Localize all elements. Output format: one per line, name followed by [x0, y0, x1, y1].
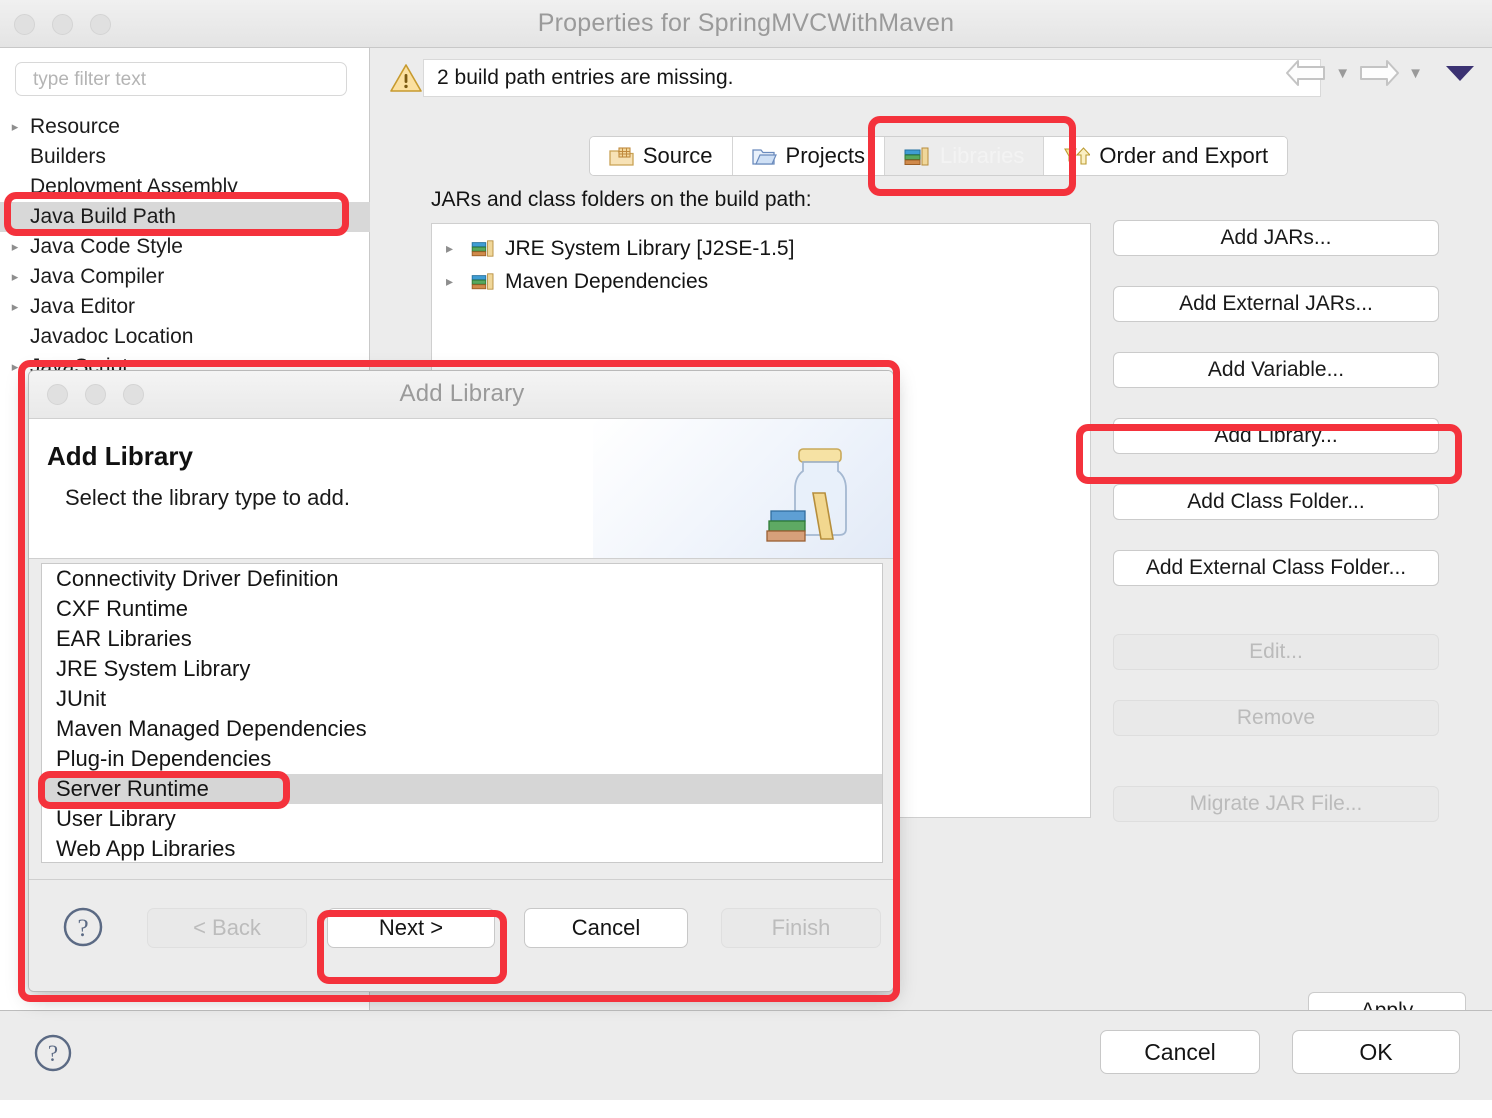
add-external-jars-button[interactable]: Add External JARs... [1113, 286, 1439, 322]
sidebar-item-label: Resource [30, 115, 120, 139]
dialog-footer-bar: ? Cancel OK [0, 1010, 1492, 1100]
tab-label: Libraries [940, 143, 1024, 169]
chevron-right-icon[interactable]: ▸ [0, 119, 30, 135]
forward-arrow-icon[interactable] [1357, 56, 1401, 90]
library-books-icon [471, 239, 496, 258]
tab-label: Source [643, 143, 713, 169]
help-question-icon[interactable]: ? [33, 1033, 73, 1073]
order-export-icon [1063, 146, 1090, 167]
window-titlebar: Properties for SpringMVCWithMaven [0, 0, 1492, 48]
source-folder-icon [609, 146, 634, 167]
forward-dropdown-caret-icon[interactable]: ▼ [1408, 65, 1423, 82]
sidebar-item-label: Java Compiler [30, 265, 164, 289]
list-item[interactable]: Plug-in Dependencies [42, 744, 882, 774]
back-button: < Back [147, 908, 307, 948]
dialog-subheading: Select the library type to add. [65, 485, 350, 511]
sidebar-item-java-compiler[interactable]: ▸ Java Compiler [0, 262, 370, 292]
add-class-folder-button[interactable]: Add Class Folder... [1113, 484, 1439, 520]
list-item[interactable]: User Library [42, 804, 882, 834]
list-item[interactable]: Connectivity Driver Definition [42, 564, 882, 594]
settings-tree: ▸ Resource Builders Deployment Assembly … [0, 112, 370, 382]
entry-label: Maven Dependencies [505, 270, 708, 294]
list-item[interactable]: CXF Runtime [42, 594, 882, 624]
build-path-action-buttons: Add JARs... Add External JARs... Add Var… [1113, 220, 1443, 852]
filter-placeholder: type filter text [33, 69, 146, 91]
dialog-window-title: Add Library [29, 380, 894, 408]
tab-libraries[interactable]: Libraries [885, 137, 1044, 175]
finish-button: Finish [721, 908, 881, 948]
list-item[interactable]: EAR Libraries [42, 624, 882, 654]
dialog-heading: Add Library [47, 441, 193, 472]
sidebar-item-deployment-assembly[interactable]: Deployment Assembly [0, 172, 370, 202]
sidebar-item-label: Java Editor [30, 295, 135, 319]
next-button[interactable]: Next > [327, 908, 495, 948]
sidebar-item-label: Builders [30, 145, 106, 169]
list-item-server-runtime[interactable]: Server Runtime [42, 774, 882, 804]
library-books-icon [471, 272, 496, 291]
view-menu-caret-icon[interactable] [1440, 60, 1480, 86]
chevron-right-icon[interactable]: ▸ [0, 269, 30, 285]
list-item[interactable]: ▸ JRE System Library [J2SE-1.5] [432, 232, 1090, 265]
library-type-list[interactable]: Connectivity Driver Definition CXF Runti… [41, 563, 883, 863]
remove-button: Remove [1113, 700, 1439, 736]
window-title: Properties for SpringMVCWithMaven [0, 9, 1492, 38]
sidebar-item-label: Java Build Path [30, 205, 176, 229]
list-item[interactable]: JRE System Library [42, 654, 882, 684]
navigation-controls[interactable]: ▼ ▼ [1284, 56, 1480, 90]
screenshot-root: Properties for SpringMVCWithMaven type f… [0, 0, 1492, 1118]
sidebar-item-java-code-style[interactable]: ▸ Java Code Style [0, 232, 370, 262]
jar-with-books-icon [747, 431, 865, 549]
warning-banner: 2 build path entries are missing. [389, 58, 1321, 98]
tab-source[interactable]: Source [590, 137, 733, 175]
add-library-dialog: Add Library Add Library Select the libra… [28, 370, 894, 992]
back-dropdown-caret-icon[interactable]: ▼ [1335, 65, 1350, 82]
dialog-header: Add Library Select the library type to a… [29, 419, 893, 559]
chevron-right-icon[interactable]: ▸ [0, 359, 30, 375]
tab-projects[interactable]: Projects [733, 137, 885, 175]
chevron-right-icon[interactable]: ▸ [446, 273, 462, 290]
sidebar-item-label: Java Code Style [30, 235, 183, 259]
dialog-button-bar: ? < Back Next > Cancel Finish [29, 879, 894, 991]
list-item[interactable]: JUnit [42, 684, 882, 714]
back-arrow-icon[interactable] [1284, 56, 1328, 90]
add-external-class-folder-button[interactable]: Add External Class Folder... [1113, 550, 1439, 586]
filter-input[interactable]: type filter text [15, 62, 347, 96]
sidebar-item-java-build-path[interactable]: Java Build Path [0, 202, 370, 232]
svg-text:?: ? [48, 1041, 58, 1066]
list-item[interactable]: ▸ Maven Dependencies [432, 265, 1090, 298]
edit-button: Edit... [1113, 634, 1439, 670]
entry-label: JRE System Library [J2SE-1.5] [505, 237, 794, 261]
add-jars-button[interactable]: Add JARs... [1113, 220, 1439, 256]
chevron-right-icon[interactable]: ▸ [0, 239, 30, 255]
list-item[interactable]: Web App Libraries [42, 834, 882, 864]
warning-message: 2 build path entries are missing. [423, 59, 1321, 97]
add-variable-button[interactable]: Add Variable... [1113, 352, 1439, 388]
migrate-jar-file-button: Migrate JAR File... [1113, 786, 1439, 822]
sidebar-item-java-editor[interactable]: ▸ Java Editor [0, 292, 370, 322]
dialog-titlebar: Add Library [29, 371, 893, 419]
cancel-button[interactable]: Cancel [524, 908, 688, 948]
projects-folder-icon [752, 146, 777, 167]
chevron-right-icon[interactable]: ▸ [0, 299, 30, 315]
help-question-icon[interactable]: ? [62, 906, 104, 948]
libraries-books-icon [904, 146, 931, 167]
warning-icon [389, 62, 423, 94]
tab-order-and-export[interactable]: Order and Export [1044, 137, 1287, 175]
sidebar-item-builders[interactable]: Builders [0, 142, 370, 172]
jars-section-label: JARs and class folders on the build path… [431, 188, 812, 212]
sidebar-item-javadoc-location[interactable]: Javadoc Location [0, 322, 370, 352]
add-library-button[interactable]: Add Library... [1113, 418, 1439, 454]
tab-label: Projects [786, 143, 865, 169]
cancel-button[interactable]: Cancel [1100, 1030, 1260, 1074]
build-path-tabs: Source Projects [414, 136, 1463, 176]
ok-button[interactable]: OK [1292, 1030, 1460, 1074]
chevron-right-icon[interactable]: ▸ [446, 240, 462, 257]
sidebar-item-resource[interactable]: ▸ Resource [0, 112, 370, 142]
list-item[interactable]: Maven Managed Dependencies [42, 714, 882, 744]
sidebar-item-label: Deployment Assembly [30, 175, 238, 199]
svg-text:?: ? [77, 915, 88, 942]
tab-label: Order and Export [1099, 143, 1268, 169]
sidebar-item-label: Javadoc Location [30, 325, 193, 349]
